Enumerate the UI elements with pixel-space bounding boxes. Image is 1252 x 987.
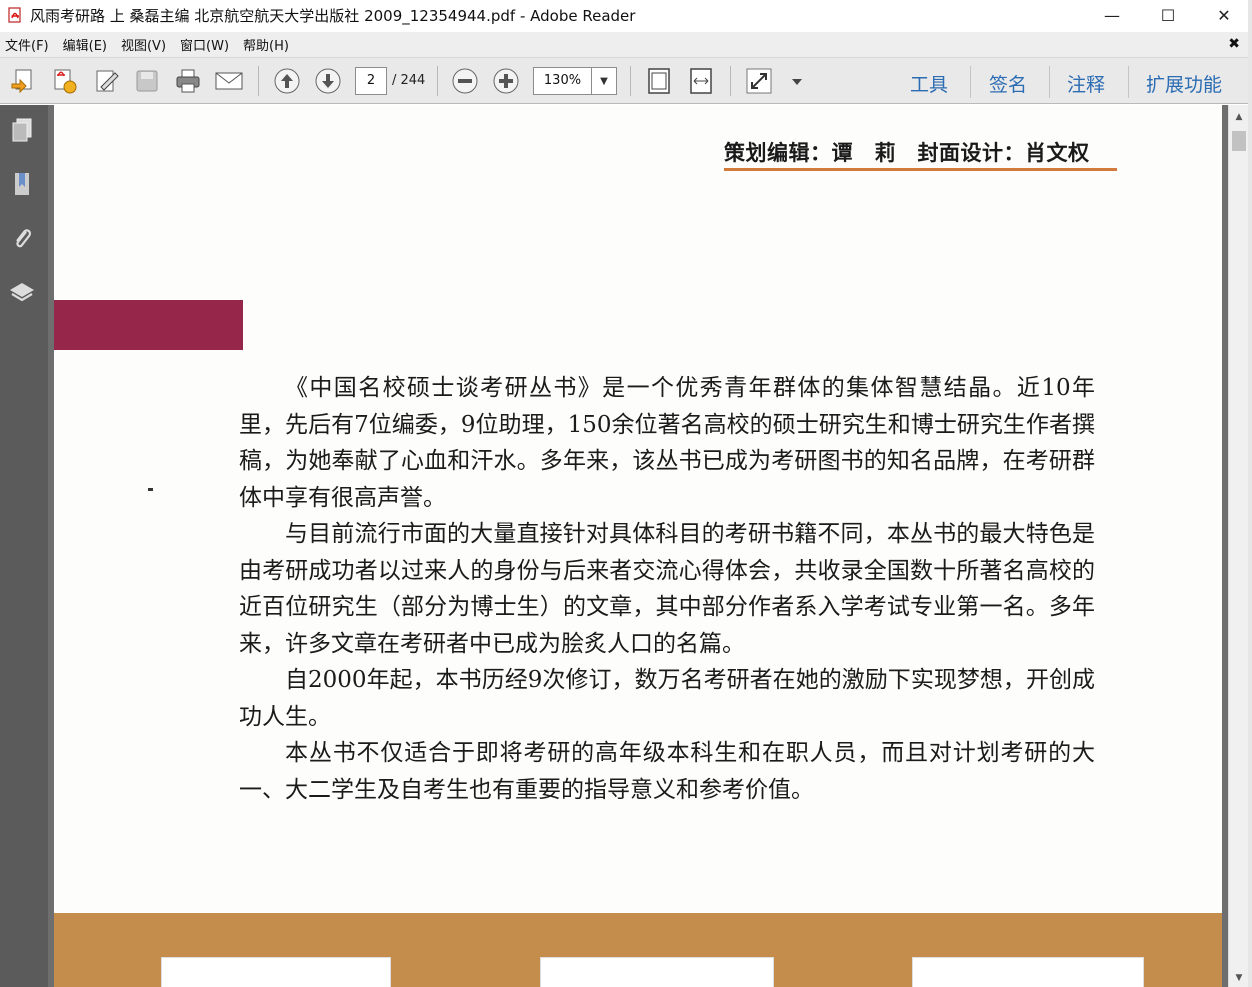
tools-link[interactable]: 工具 [910,70,948,97]
book-thumbnail [540,957,774,987]
document-close-button[interactable]: ✖ [1228,36,1240,52]
bookmarks-icon[interactable] [8,169,36,199]
credit-underline [724,168,1117,171]
paragraph: 自2000年起，本书历经9次修订，数万名考研者在她的激励下实现梦想，开创成功人生… [239,667,1095,730]
export-pdf-icon[interactable] [50,66,80,96]
vertical-scrollbar[interactable]: ▲ ▼ [1228,105,1248,987]
more-tools-icon[interactable] [782,66,812,96]
chevron-down-icon[interactable]: ▼ [592,68,616,94]
zoom-out-icon[interactable] [450,66,480,96]
menu-help[interactable]: 帮助(H) [238,35,298,54]
menu-bar: 文件(F) 编辑(E) 视图(V) 窗口(W) 帮助(H) ✖ [0,32,1252,58]
scan-speck [148,488,153,491]
prev-page-icon[interactable] [272,66,302,96]
window-edge [1248,0,1252,987]
navigation-pane [0,105,48,987]
adobe-reader-icon [8,7,24,23]
sign-link[interactable]: 签名 [989,70,1027,97]
email-icon[interactable] [214,66,244,96]
fit-page-icon[interactable] [644,66,674,96]
menu-view[interactable]: 视图(V) [116,35,175,54]
page-number-input[interactable]: 2 [355,67,387,95]
document-viewport[interactable]: 策划编辑：谭 莉 封面设计：肖文权 《中国名校硕士谈考研丛书》是一个优秀青年群体… [48,105,1228,987]
toolbar: 2 / 244 130% ▼ 工具 签名 注释 扩展功能 [0,58,1252,104]
comment-link[interactable]: 注释 [1067,70,1105,97]
print-icon[interactable] [173,66,203,96]
fullscreen-icon[interactable] [744,66,774,96]
menu-edit[interactable]: 编辑(E) [58,35,116,54]
pdf-page: 策划编辑：谭 莉 封面设计：肖文权 《中国名校硕士谈考研丛书》是一个优秀青年群体… [54,105,1222,987]
layers-icon[interactable] [8,277,36,307]
maximize-button[interactable]: ☐ [1140,0,1196,30]
attachments-icon[interactable] [8,223,36,253]
book-thumbnail [161,957,391,987]
scroll-down-icon[interactable]: ▼ [1229,969,1249,987]
fit-width-icon[interactable] [686,66,716,96]
book-thumbnail [912,957,1144,987]
save-icon[interactable] [132,66,162,96]
close-button[interactable]: ✕ [1196,0,1252,30]
body-text: 《中国名校硕士谈考研丛书》是一个优秀青年群体的集体智慧结晶。近10年里，先后有7… [239,370,1095,808]
scroll-thumb[interactable] [1232,131,1246,151]
pages-icon[interactable] [8,115,36,145]
page-total: / 244 [392,73,426,88]
menu-file[interactable]: 文件(F) [0,35,58,54]
zoom-value[interactable]: 130% [534,68,592,94]
accent-block [54,300,243,350]
paragraph: 《中国名校硕士谈考研丛书》是一个优秀青年群体的集体智慧结晶。近10年里，先后有7… [239,375,1095,511]
zoom-in-icon[interactable] [491,66,521,96]
create-pdf-icon[interactable] [8,66,38,96]
menu-window[interactable]: 窗口(W) [175,35,238,54]
edit-icon[interactable] [92,66,122,96]
paragraph: 本丛书不仅适合于即将考研的高年级本科生和在职人员，而且对计划考研的大一、大二学生… [239,740,1095,803]
minimize-button[interactable]: — [1084,0,1140,30]
window-title: 风雨考研路 上 桑磊主编 北京航空航天大学出版社 2009_12354944.p… [30,6,636,25]
credit-line: 策划编辑：谭 莉 封面设计：肖文权 [724,141,1090,165]
scroll-up-icon[interactable]: ▲ [1229,108,1249,126]
zoom-select[interactable]: 130% ▼ [533,67,617,95]
extended-link[interactable]: 扩展功能 [1146,70,1222,97]
title-bar: 风雨考研路 上 桑磊主编 北京航空航天大学出版社 2009_12354944.p… [0,0,1252,30]
next-page-icon[interactable] [313,66,343,96]
paragraph: 与目前流行市面的大量直接针对具体科目的考研书籍不同，本丛书的最大特色是由考研成功… [239,521,1095,657]
